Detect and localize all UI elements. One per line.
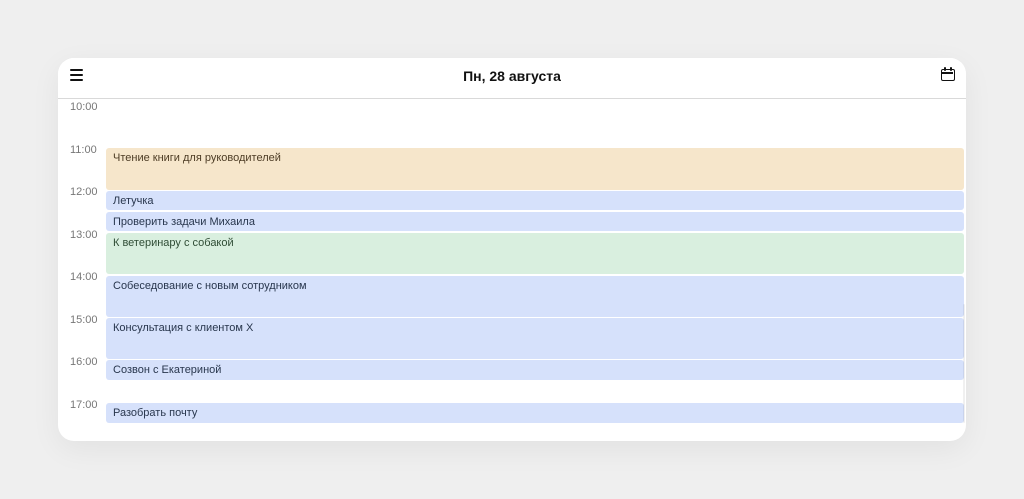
time-label-12: 12:00 [70, 186, 98, 198]
page-title: Пн, 28 августа [463, 68, 561, 84]
page: Пн, 28 августа 10:00 11:00 12:00 13:00 1… [0, 0, 1024, 499]
event-title: Созвон с Екатериной [113, 364, 222, 376]
time-label-17: 17:00 [70, 399, 98, 411]
day-timeline: 10:00 11:00 12:00 13:00 14:00 15:00 16:0… [58, 99, 966, 441]
scrollbar[interactable] [963, 304, 965, 423]
event-sort-mail[interactable]: Разобрать почту [106, 403, 964, 423]
time-label-13: 13:00 [70, 229, 98, 241]
time-label-16: 16:00 [70, 356, 98, 368]
calendar-icon[interactable] [941, 67, 955, 81]
event-title: Консультация с клиентом Х [113, 322, 254, 334]
calendar-bar [942, 72, 953, 74]
event-check-tasks[interactable]: Проверить задачи Михаила [106, 212, 964, 231]
calendar-body [941, 69, 955, 81]
event-title: Разобрать почту [113, 407, 198, 419]
time-label-11: 11:00 [70, 144, 97, 156]
event-vet-visit[interactable]: К ветеринару с собакой [106, 233, 964, 274]
calendar-card: Пн, 28 августа 10:00 11:00 12:00 13:00 1… [58, 58, 966, 441]
event-title: Летучка [113, 195, 154, 207]
event-interview[interactable]: Собеседование с новым сотрудником [106, 276, 964, 317]
event-reading-book[interactable]: Чтение книги для руководителей [106, 148, 964, 190]
time-label-10: 10:00 [70, 101, 98, 113]
event-title: Чтение книги для руководителей [113, 152, 281, 164]
calendar-header: Пн, 28 августа [58, 58, 966, 99]
event-standup[interactable]: Летучка [106, 191, 964, 210]
event-title: К ветеринару с собакой [113, 237, 234, 249]
event-client-consultation[interactable]: Консультация с клиентом Х [106, 318, 964, 359]
time-label-15: 15:00 [70, 314, 98, 326]
event-call-ekaterina[interactable]: Созвон с Екатериной [106, 360, 964, 380]
event-title: Собеседование с новым сотрудником [113, 280, 307, 292]
time-label-14: 14:00 [70, 271, 98, 283]
event-title: Проверить задачи Михаила [113, 216, 255, 228]
